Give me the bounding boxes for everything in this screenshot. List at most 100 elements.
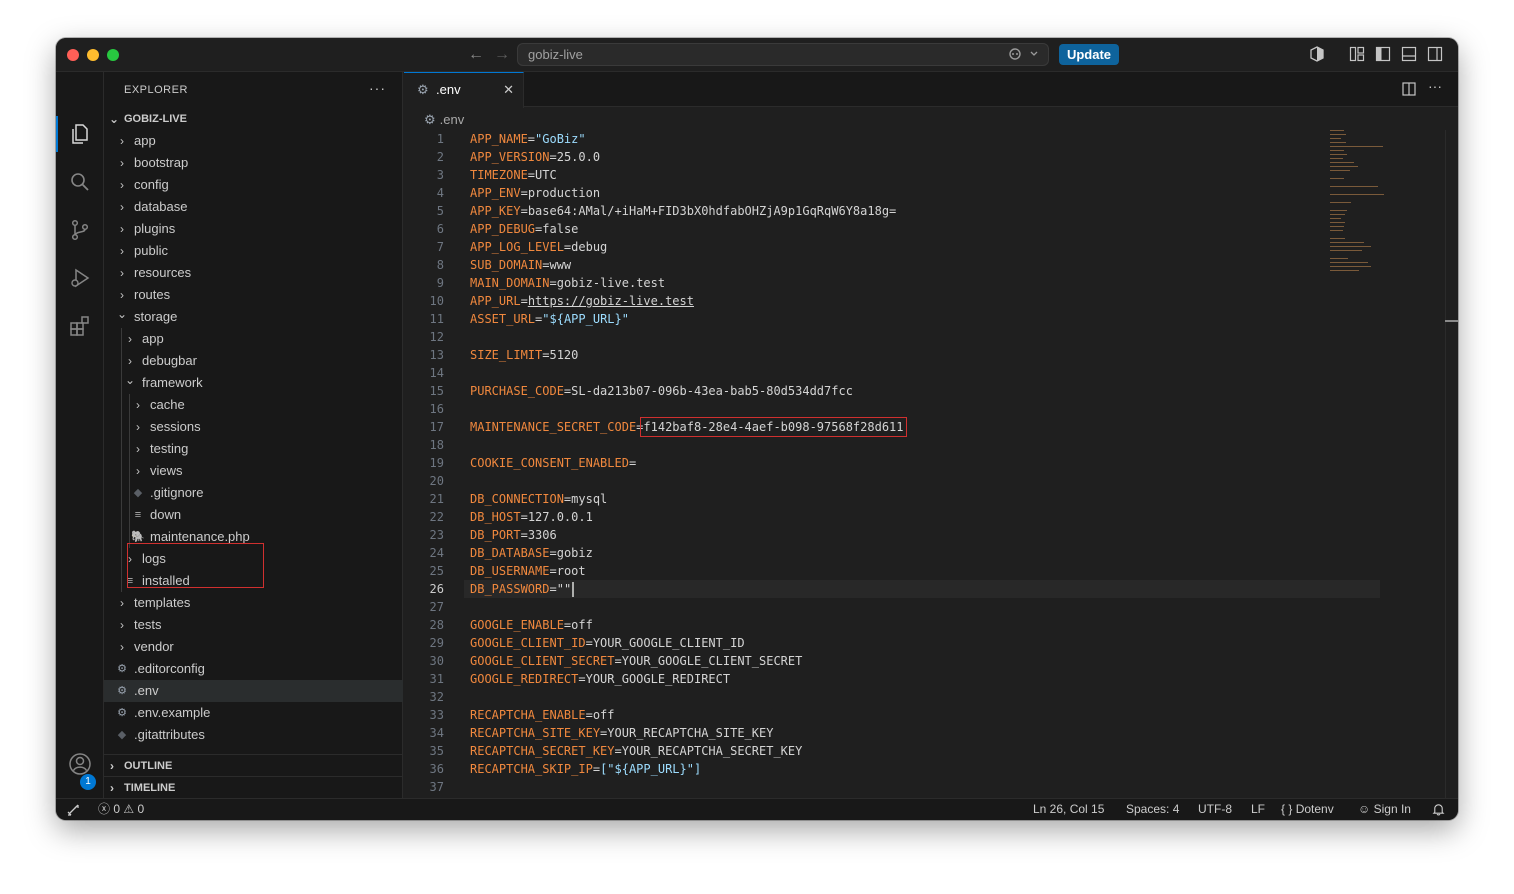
code-text: APP_ENV=production bbox=[470, 184, 600, 202]
equals-sign: = bbox=[527, 168, 536, 182]
code-line: 1 APP_NAME="GoBiz" bbox=[404, 130, 1384, 148]
indent-guide bbox=[121, 548, 122, 570]
editor-more-actions-icon[interactable]: ··· bbox=[1428, 78, 1442, 94]
tree-folder[interactable]: › app bbox=[104, 328, 403, 350]
tree-folder[interactable]: › debugbar bbox=[104, 350, 403, 372]
tree-folder[interactable]: › cache bbox=[104, 394, 403, 416]
explorer-root-folder[interactable]: ⌄ GOBIZ-LIVE bbox=[104, 108, 403, 130]
minimize-window-button[interactable] bbox=[87, 49, 99, 61]
line-number: 3 bbox=[436, 168, 444, 182]
code-text: TIMEZONE=UTC bbox=[470, 166, 557, 184]
minimap-line bbox=[1330, 250, 1363, 251]
indent-guide bbox=[121, 526, 122, 548]
eol-setting[interactable]: LF bbox=[1251, 799, 1265, 820]
tree-file[interactable]: ⚙ .editorconfig bbox=[104, 658, 403, 680]
tree-folder[interactable]: › routes bbox=[104, 284, 403, 306]
chevron-right-icon: › bbox=[136, 398, 140, 412]
problems-indicator[interactable]: ⓧ 0 ⚠ 0 bbox=[98, 799, 144, 820]
language-mode[interactable]: { } Dotenv bbox=[1281, 799, 1334, 820]
code-line: 13 SIZE_LIMIT=5120 bbox=[404, 346, 1384, 364]
indent-guide bbox=[121, 372, 122, 394]
tree-folder[interactable]: › views bbox=[104, 460, 403, 482]
extensions-icon[interactable] bbox=[68, 314, 92, 338]
chevron-right-icon: › bbox=[120, 618, 124, 632]
tree-folder[interactable]: ⌄ storage bbox=[104, 306, 403, 328]
code-line: 9 MAIN_DOMAIN=gobiz-live.test bbox=[404, 274, 1384, 292]
indent-guide bbox=[121, 416, 122, 438]
tree-folder[interactable]: › testing bbox=[104, 438, 403, 460]
breadcrumb[interactable]: ⚙ .env bbox=[424, 112, 464, 128]
tree-folder[interactable]: › plugins bbox=[104, 218, 403, 240]
line-number: 34 bbox=[429, 726, 444, 740]
customize-layout-icon[interactable] bbox=[1349, 46, 1365, 62]
env-key: DB_CONNECTION bbox=[470, 492, 564, 506]
copilot-chevron-icon[interactable] bbox=[1006, 44, 1040, 71]
tree-folder[interactable]: › config bbox=[104, 174, 403, 196]
maximize-window-button[interactable] bbox=[107, 49, 119, 61]
editor-area: ⚙ .env ✕ ··· ⚙ .env 1 APP_NAME="GoBiz" 2 APP… bbox=[404, 72, 1458, 798]
tree-file[interactable]: ◆ .gitignore bbox=[104, 482, 403, 504]
tree-item-label: views bbox=[150, 463, 183, 478]
indent-guide bbox=[121, 350, 122, 372]
line-number: 35 bbox=[429, 744, 444, 758]
timeline-label: TIMELINE bbox=[124, 782, 176, 794]
account-icon[interactable] bbox=[68, 752, 92, 776]
tree-folder[interactable]: › tests bbox=[104, 614, 403, 636]
tree-folder[interactable]: › sessions bbox=[104, 416, 403, 438]
sign-in-label: Sign In bbox=[1373, 802, 1411, 816]
command-center-search[interactable]: gobiz-live bbox=[517, 43, 1049, 66]
toggle-panel-icon[interactable] bbox=[1401, 46, 1417, 62]
indentation-setting[interactable]: Spaces: 4 bbox=[1126, 799, 1179, 820]
tree-file[interactable]: ≡ down bbox=[104, 504, 403, 526]
minimap[interactable] bbox=[1330, 130, 1390, 280]
tree-folder[interactable]: › bootstrap bbox=[104, 152, 403, 174]
tree-folder[interactable]: › templates bbox=[104, 592, 403, 614]
back-arrow-icon[interactable]: ← bbox=[468, 45, 484, 65]
equals-sign: = bbox=[520, 186, 528, 200]
close-icon[interactable]: ✕ bbox=[503, 73, 514, 107]
indent-guide bbox=[121, 328, 122, 350]
tree-item-label: cache bbox=[150, 397, 185, 412]
indent-guide bbox=[121, 570, 122, 592]
toggle-secondary-sidebar-icon[interactable] bbox=[1427, 46, 1443, 62]
update-button[interactable]: Update bbox=[1059, 44, 1119, 65]
code-text: APP_KEY=base64:AMal/+iHaM+FID3bX0hdfabOH… bbox=[470, 202, 896, 220]
toggle-primary-sidebar-icon[interactable] bbox=[1375, 46, 1391, 62]
code-line: 33 RECAPTCHA_ENABLE=off bbox=[404, 706, 1384, 724]
tree-file[interactable]: ◆ .gitattributes bbox=[104, 724, 403, 746]
tree-folder[interactable]: › vendor bbox=[104, 636, 403, 658]
chevron-right-icon: › bbox=[110, 759, 114, 773]
tree-folder[interactable]: › database bbox=[104, 196, 403, 218]
minimap-line bbox=[1330, 222, 1346, 223]
split-editor-icon[interactable] bbox=[1402, 82, 1416, 99]
line-number: 33 bbox=[429, 708, 444, 722]
tree-file[interactable]: ⚙ .env bbox=[104, 680, 403, 702]
outline-section[interactable]: › OUTLINE bbox=[104, 754, 403, 776]
tree-folder[interactable]: › resources bbox=[104, 262, 403, 284]
timeline-section[interactable]: › TIMELINE bbox=[104, 776, 403, 798]
encoding-setting[interactable]: UTF-8 bbox=[1198, 799, 1232, 820]
sign-in-button[interactable]: ☺ Sign In bbox=[1358, 799, 1411, 820]
source-control-icon[interactable] bbox=[68, 218, 92, 242]
accounts-shield-icon[interactable] bbox=[1309, 46, 1325, 62]
cursor-position[interactable]: Ln 26, Col 15 bbox=[1033, 799, 1104, 820]
run-and-debug-icon[interactable] bbox=[68, 266, 92, 290]
tab-env[interactable]: ⚙ .env ✕ bbox=[404, 72, 524, 108]
tree-item-label: app bbox=[142, 331, 164, 346]
tree-folder[interactable]: › public bbox=[104, 240, 403, 262]
explorer-files-icon[interactable] bbox=[68, 122, 92, 146]
tree-folder[interactable]: › app bbox=[104, 130, 403, 152]
tree-folder[interactable]: ⌄ framework bbox=[104, 372, 403, 394]
env-value: YOUR_GOOGLE_CLIENT_ID bbox=[592, 636, 745, 650]
outline-label: OUTLINE bbox=[124, 760, 173, 772]
search-icon[interactable] bbox=[68, 170, 92, 194]
notifications-bell-icon[interactable] bbox=[1432, 799, 1445, 820]
vertical-scrollbar[interactable] bbox=[1445, 130, 1458, 798]
chevron-right-icon: › bbox=[120, 200, 124, 214]
forward-arrow-icon[interactable]: → bbox=[494, 45, 510, 65]
close-window-button[interactable] bbox=[67, 49, 79, 61]
tree-file[interactable]: ⚙ .env.example bbox=[104, 702, 403, 724]
remote-indicator-icon[interactable] bbox=[66, 799, 80, 820]
code-line: 14 bbox=[404, 364, 1384, 382]
more-actions-icon[interactable]: ··· bbox=[369, 80, 386, 96]
